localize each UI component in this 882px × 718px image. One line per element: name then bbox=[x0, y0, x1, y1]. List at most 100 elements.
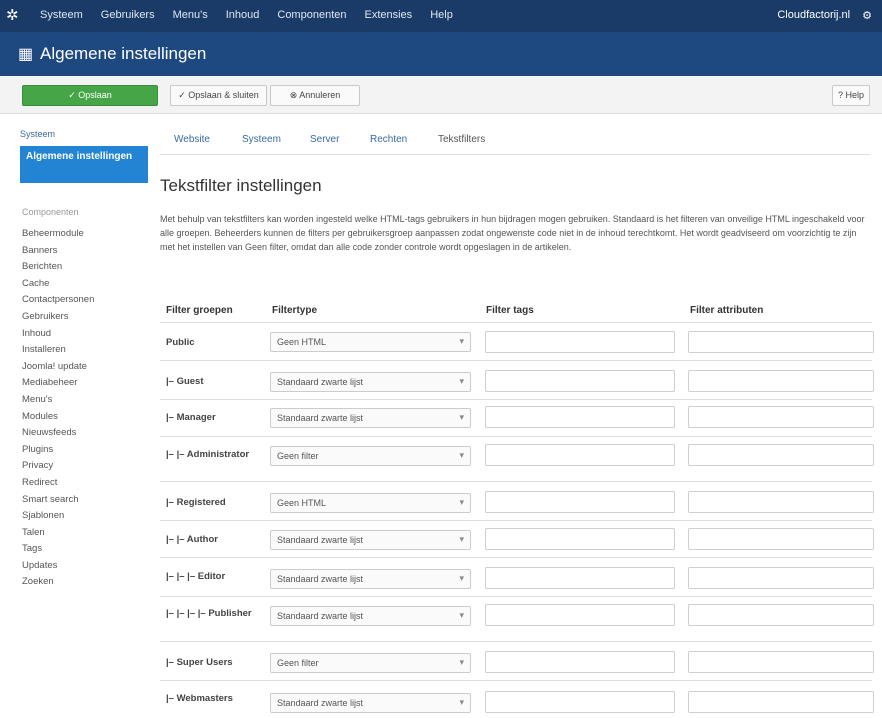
tab-rechten[interactable]: Rechten bbox=[370, 134, 407, 145]
filter-attributes-input[interactable] bbox=[688, 370, 874, 392]
sidebar-item[interactable]: Gebruikers bbox=[22, 309, 150, 326]
sidebar-item-algemene-instellingen[interactable]: Algemene instellingen bbox=[20, 146, 148, 183]
save-button[interactable]: ✓ Opslaan bbox=[22, 85, 158, 106]
chevron-down-icon: ▾ bbox=[459, 534, 464, 544]
sidebar-item[interactable]: Contactpersonen bbox=[22, 292, 150, 309]
gear-icon[interactable]: ⚙ bbox=[862, 9, 872, 22]
table-divider bbox=[160, 641, 872, 642]
table-divider bbox=[160, 322, 872, 323]
sidebar-item[interactable]: Joomla! update bbox=[22, 359, 150, 376]
sidebar-item[interactable]: Privacy bbox=[22, 458, 150, 475]
sidebar-item[interactable]: Nieuwsfeeds bbox=[22, 425, 150, 442]
sidebar-item[interactable]: Installeren bbox=[22, 342, 150, 359]
filter-type-select[interactable]: Geen filter ▾ bbox=[270, 446, 471, 466]
filter-attributes-input[interactable] bbox=[688, 604, 874, 626]
filter-tags-input[interactable] bbox=[485, 491, 675, 513]
group-label: Public bbox=[166, 337, 195, 348]
help-button[interactable]: ? Help bbox=[832, 85, 870, 106]
sidebar-item[interactable]: Menu's bbox=[22, 392, 150, 409]
cancel-button[interactable]: ⊗ Annuleren bbox=[270, 85, 360, 106]
sidebar-item[interactable]: Tags bbox=[22, 541, 150, 558]
chevron-down-icon: ▾ bbox=[459, 573, 464, 583]
sidebar-item[interactable]: Plugins bbox=[22, 442, 150, 459]
filter-type-select[interactable]: Geen HTML ▾ bbox=[270, 332, 471, 352]
table-divider bbox=[160, 596, 872, 597]
tab-tekstfilters[interactable]: Tekstfilters bbox=[438, 134, 485, 145]
menu-inhoud[interactable]: Inhoud bbox=[226, 9, 260, 21]
chevron-down-icon: ▾ bbox=[459, 697, 464, 707]
menu-help[interactable]: Help bbox=[430, 9, 453, 21]
top-menu: Systeem Gebruikers Menu's Inhoud Compone… bbox=[40, 9, 453, 21]
group-label: |– |– |– |– Publisher bbox=[166, 608, 252, 619]
sidebar-item[interactable]: Talen bbox=[22, 525, 150, 542]
filter-type-select[interactable]: Standaard zwarte lijst ▾ bbox=[270, 372, 471, 392]
group-label: |– Guest bbox=[166, 376, 204, 387]
group-label: |– |– |– Editor bbox=[166, 571, 226, 582]
page-header: ▦ Algemene instellingen bbox=[0, 32, 882, 76]
save-close-button[interactable]: ✓ Opslaan & sluiten bbox=[170, 85, 267, 106]
column-header-tags: Filter tags bbox=[486, 305, 534, 316]
chevron-down-icon: ▾ bbox=[459, 376, 464, 386]
site-name-link[interactable]: Cloudfactorij.nl bbox=[777, 9, 850, 22]
sidebar-item[interactable]: Berichten bbox=[22, 259, 150, 276]
sidebar-item[interactable]: Cache bbox=[22, 276, 150, 293]
menu-systeem[interactable]: Systeem bbox=[40, 9, 83, 21]
filter-attributes-input[interactable] bbox=[688, 651, 874, 673]
sidebar-item[interactable]: Updates bbox=[22, 558, 150, 575]
filter-attributes-input[interactable] bbox=[688, 406, 874, 428]
filter-tags-input[interactable] bbox=[485, 691, 675, 713]
sidebar-item[interactable]: Mediabeheer bbox=[22, 375, 150, 392]
filter-type-select[interactable]: Standaard zwarte lijst ▾ bbox=[270, 569, 471, 589]
sidebar-item-systeem[interactable]: Systeem bbox=[20, 129, 55, 139]
filter-attributes-input[interactable] bbox=[688, 444, 874, 466]
sidebar-item[interactable]: Zoeken bbox=[22, 574, 150, 591]
filter-tags-input[interactable] bbox=[485, 370, 675, 392]
filter-type-select[interactable]: Geen HTML ▾ bbox=[270, 493, 471, 513]
tab-systeem[interactable]: Systeem bbox=[242, 134, 281, 145]
sidebar-heading: Componenten bbox=[22, 207, 79, 217]
filter-tags-input[interactable] bbox=[485, 651, 675, 673]
sidebar-item[interactable]: Banners bbox=[22, 243, 150, 260]
table-divider bbox=[160, 557, 872, 558]
section-title: Tekstfilter instellingen bbox=[160, 176, 322, 195]
tab-server[interactable]: Server bbox=[310, 134, 339, 145]
filter-tags-input[interactable] bbox=[485, 528, 675, 550]
tab-website[interactable]: Website bbox=[174, 134, 210, 145]
column-header-group: Filter groepen bbox=[166, 305, 233, 316]
menu-menus[interactable]: Menu's bbox=[173, 9, 208, 21]
filter-type-select[interactable]: Standaard zwarte lijst ▾ bbox=[270, 606, 471, 626]
filter-type-select[interactable]: Standaard zwarte lijst ▾ bbox=[270, 408, 471, 428]
sidebar-item[interactable]: Modules bbox=[22, 409, 150, 426]
filter-tags-input[interactable] bbox=[485, 406, 675, 428]
menu-extensies[interactable]: Extensies bbox=[364, 9, 412, 21]
filter-tags-input[interactable] bbox=[485, 604, 675, 626]
filter-type-select[interactable]: Standaard zwarte lijst ▾ bbox=[270, 693, 471, 713]
sidebar-item[interactable]: Smart search bbox=[22, 492, 150, 509]
filter-type-select[interactable]: Standaard zwarte lijst ▾ bbox=[270, 530, 471, 550]
filter-attributes-input[interactable] bbox=[688, 567, 874, 589]
group-label: |– Super Users bbox=[166, 657, 233, 668]
filter-tags-input[interactable] bbox=[485, 567, 675, 589]
group-label: |– |– Author bbox=[166, 534, 218, 545]
joomla-logo-icon[interactable]: ✲ bbox=[6, 7, 24, 25]
filter-tags-input[interactable] bbox=[485, 444, 675, 466]
chevron-down-icon: ▾ bbox=[459, 657, 464, 667]
sidebar-item[interactable]: Sjablonen bbox=[22, 508, 150, 525]
filter-attributes-input[interactable] bbox=[688, 331, 874, 353]
settings-tabs: Website Systeem Server Rechten Tekstfilt… bbox=[160, 128, 870, 155]
table-divider bbox=[160, 520, 872, 521]
group-label: |– Webmasters bbox=[166, 693, 233, 704]
sidebar-item[interactable]: Beheermodule bbox=[22, 226, 150, 243]
chevron-down-icon: ▾ bbox=[459, 450, 464, 460]
filter-attributes-input[interactable] bbox=[688, 528, 874, 550]
top-menu-bar: ✲ Systeem Gebruikers Menu's Inhoud Compo… bbox=[0, 0, 882, 32]
filter-type-select[interactable]: Geen filter ▾ bbox=[270, 653, 471, 673]
menu-gebruikers[interactable]: Gebruikers bbox=[101, 9, 155, 21]
sidebar-item[interactable]: Redirect bbox=[22, 475, 150, 492]
sidebar-component-list: Beheermodule Banners Berichten Cache Con… bbox=[22, 226, 150, 591]
filter-attributes-input[interactable] bbox=[688, 491, 874, 513]
filter-tags-input[interactable] bbox=[485, 331, 675, 353]
menu-componenten[interactable]: Componenten bbox=[277, 9, 346, 21]
filter-attributes-input[interactable] bbox=[688, 691, 874, 713]
sidebar-item[interactable]: Inhoud bbox=[22, 326, 150, 343]
